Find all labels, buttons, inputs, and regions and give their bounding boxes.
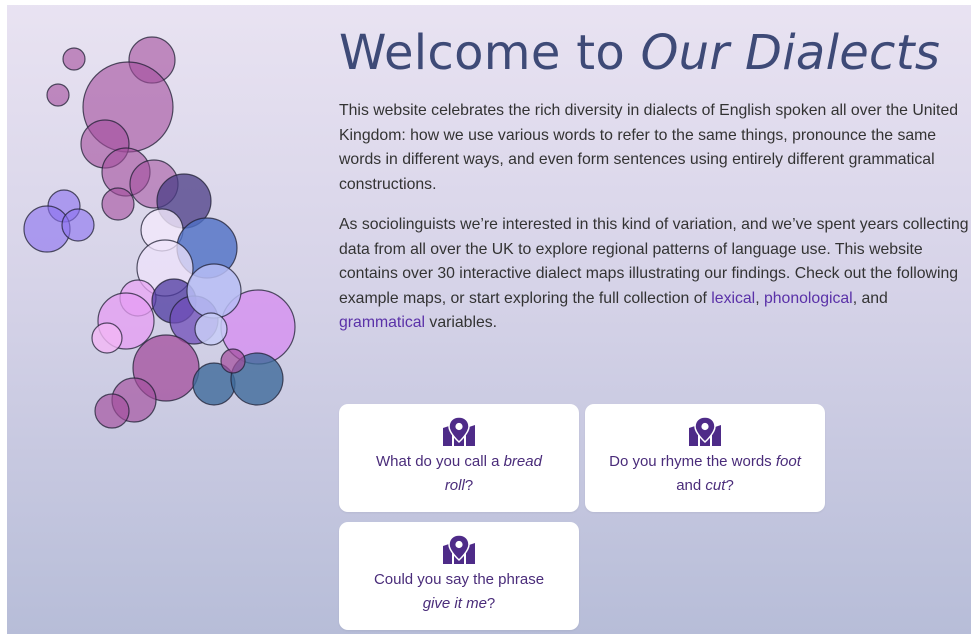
map-bubble (62, 47, 86, 71)
map-pin-icon (443, 535, 475, 564)
card-text-end: ? (725, 477, 734, 494)
title-text: Welcome to (339, 25, 641, 81)
card-label: Could you say the phrase give it me? (339, 568, 579, 616)
card-text-end: ? (486, 595, 496, 612)
grammatical-link[interactable]: grammatical (339, 314, 425, 331)
intro-text: This website celebrates the rich diversi… (339, 99, 971, 352)
map-bubble (91, 322, 123, 354)
page-title: Welcome to Our Dialects (339, 25, 941, 81)
intro-paragraph-2-tail: variables. (425, 314, 498, 331)
card-label: Do you rhyme the words foot and cut? (585, 450, 825, 498)
map-bubble (101, 187, 135, 221)
example-map-card-bread-roll[interactable]: What do you call a bread roll? (339, 404, 579, 512)
example-map-card-foot-cut[interactable]: Do you rhyme the words foot and cut? (585, 404, 825, 512)
map-bubble (186, 263, 242, 319)
map-bubble (94, 393, 130, 429)
left-edge (0, 0, 7, 634)
map-pin-icon (443, 417, 475, 446)
card-label: What do you call a bread roll? (339, 450, 579, 498)
map-bubble (194, 312, 228, 346)
card-text-emphasis: give it me (422, 595, 487, 612)
separator-comma: , (755, 289, 764, 307)
separator-and: , and (852, 289, 888, 307)
card-text: Do you rhyme the words (609, 453, 776, 470)
phonological-link[interactable]: phonological (764, 290, 853, 307)
map-bubble (46, 83, 70, 107)
example-map-card-give-it-me[interactable]: Could you say the phrase give it me? (339, 522, 579, 630)
card-text-middle: and (676, 477, 706, 494)
card-text: Could you say the phrase (373, 571, 545, 588)
lexical-link[interactable]: lexical (711, 290, 755, 307)
intro-paragraph-2: As sociolinguists we’re interested in th… (339, 213, 971, 336)
dialect-bubble-map (23, 36, 296, 429)
map-bubble (61, 208, 95, 242)
card-text: What do you call a (376, 453, 504, 470)
top-edge (0, 0, 971, 5)
title-emphasis: Our Dialects (640, 25, 941, 81)
card-text-end: ? (464, 477, 474, 494)
map-pin-icon (689, 417, 721, 446)
card-text-emphasis-2: cut (705, 477, 726, 494)
card-text-emphasis: foot (775, 453, 801, 470)
map-bubble (220, 348, 246, 374)
intro-paragraph-1: This website celebrates the rich diversi… (339, 102, 959, 193)
